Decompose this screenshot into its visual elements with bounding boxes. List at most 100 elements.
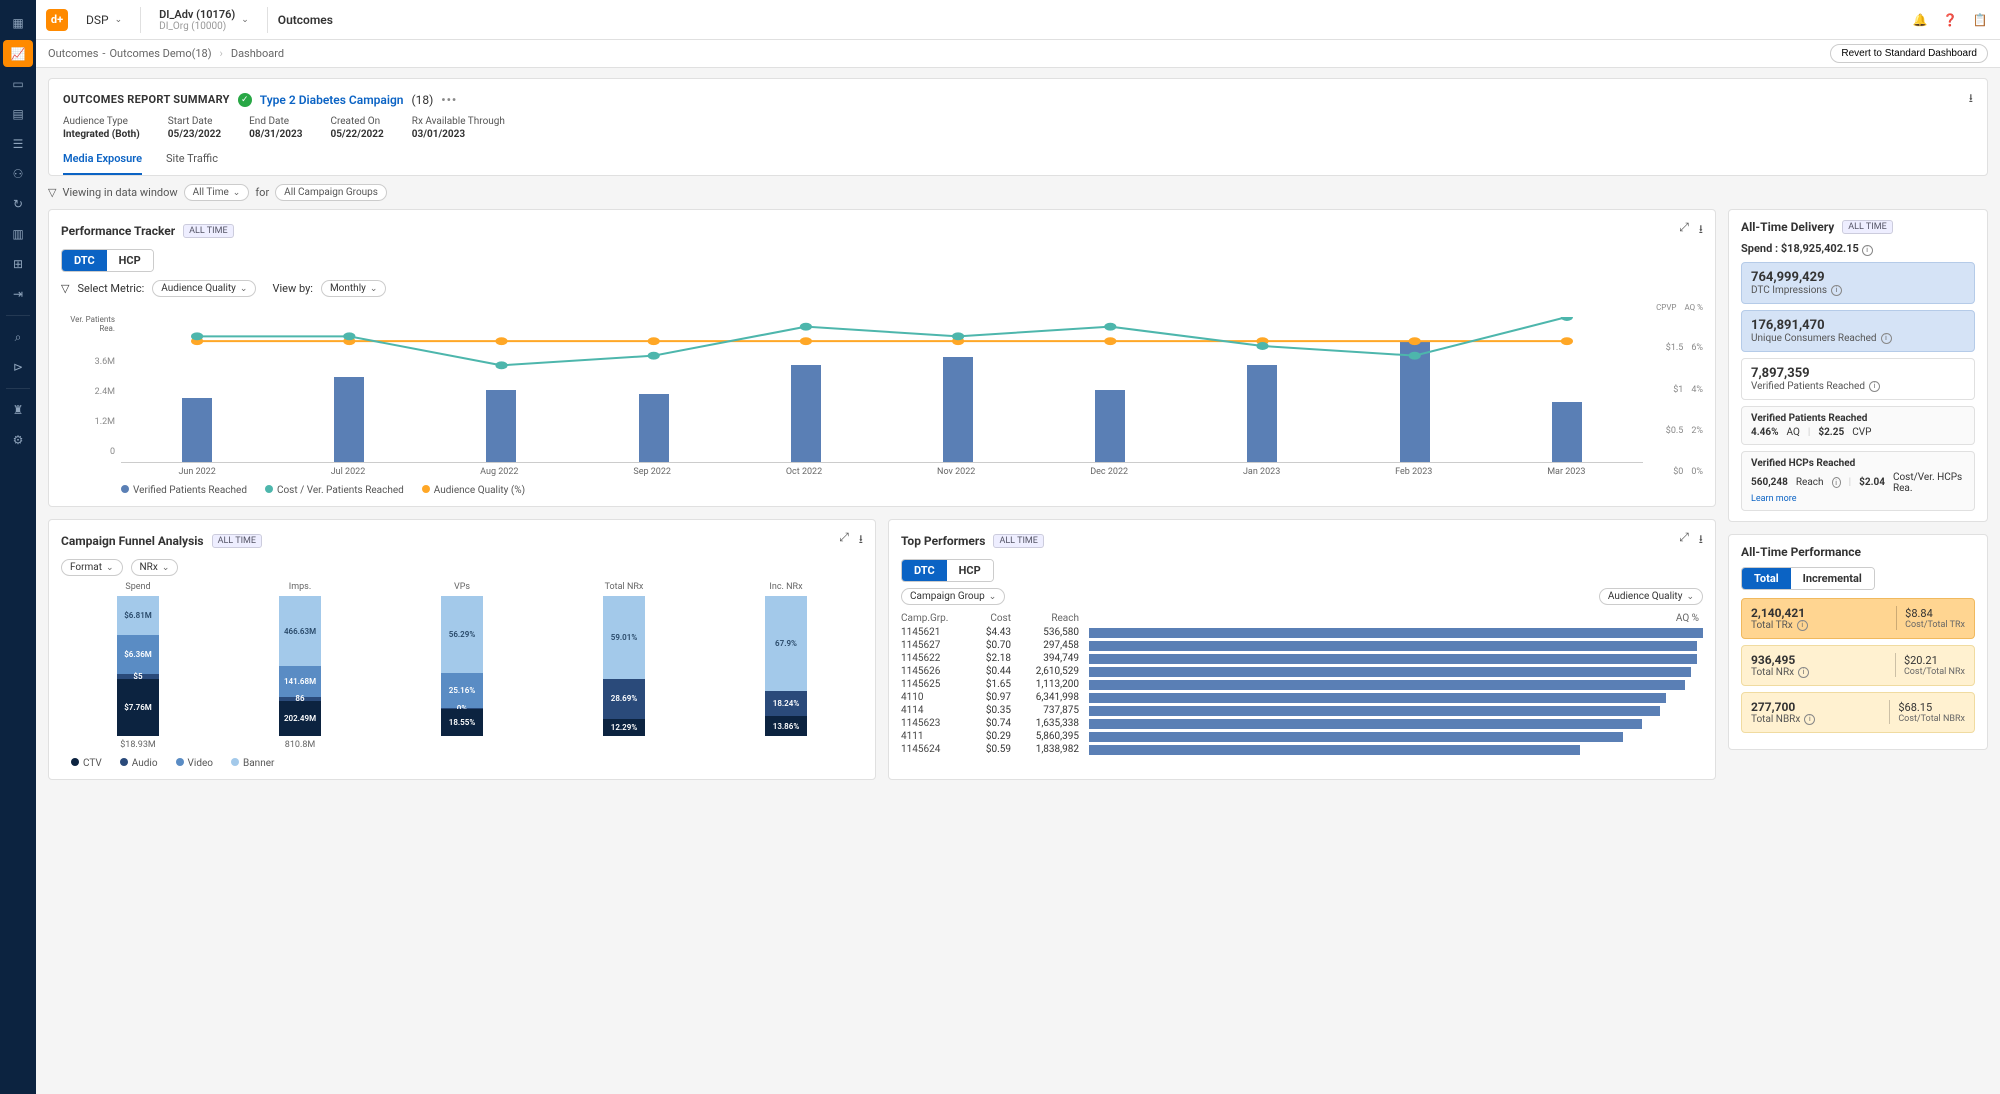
chevron-down-icon: ⌄: [241, 15, 249, 25]
more-icon[interactable]: •••: [441, 93, 457, 107]
performance-tracker-panel: Performance Tracker ALL TIME ⤢ ⭳ DTC HCP: [48, 209, 1716, 507]
top-performers-panel: Top Performers ALL TIME ⤢ ⭳ DTC HCP: [888, 519, 1716, 780]
metric-card[interactable]: 7,897,359Verified Patients Reached i: [1741, 358, 1975, 400]
group-select[interactable]: Campaign Group⌄: [901, 588, 1005, 605]
tab-media exposure[interactable]: Media Exposure: [63, 146, 142, 175]
viewby-select[interactable]: Monthly⌄: [321, 280, 386, 297]
x-label: Mar 2023: [1547, 467, 1585, 477]
calendar-icon[interactable]: 📋: [1970, 10, 1990, 30]
expand-icon[interactable]: ⤢: [1679, 220, 1689, 241]
format-select[interactable]: Format⌄: [61, 559, 123, 576]
revert-button[interactable]: Revert to Standard Dashboard: [1830, 44, 1988, 63]
info-icon[interactable]: i: [1832, 477, 1841, 488]
metric-select[interactable]: Audience Quality⌄: [152, 280, 256, 297]
help-icon[interactable]: ❓: [1940, 10, 1960, 30]
perf-card[interactable]: 2,140,421Total TRx i$8.84Cost/Total TRx: [1741, 598, 1975, 639]
table-row: 4114$0.35737,875: [901, 704, 1703, 717]
nav-icon-refresh[interactable]: ↻: [0, 189, 36, 219]
x-label: Sep 2022: [633, 467, 671, 477]
toggle-dtc[interactable]: DTC: [62, 250, 107, 271]
summary-field: Created On05/22/2022: [330, 116, 383, 140]
advertiser-selector[interactable]: DI_Adv (10176) DI_Org (10000) ⌄: [151, 8, 257, 32]
crumb-2[interactable]: Outcomes Demo(18): [109, 47, 211, 60]
perf-card[interactable]: 277,700Total NBRx i$68.15Cost/Total NBRx: [1741, 692, 1975, 733]
side-nav: ▦ 📈 ▭ ▤ ☰ ⚇ ↻ ▥ ⊞ ⇥ ⌕ ⊳ ♜ ⚙: [0, 0, 36, 1094]
panel-title: Top Performers: [901, 534, 985, 548]
bell-icon[interactable]: 🔔: [1910, 10, 1930, 30]
account-selector[interactable]: DSP ⌄: [78, 13, 130, 27]
panel-title: Performance Tracker: [61, 224, 175, 238]
filter-label: Viewing in data window: [62, 186, 177, 199]
table-row: 1145622$2.18394,749: [901, 652, 1703, 665]
nav-icon-doc[interactable]: ☰: [0, 129, 36, 159]
x-label: Jul 2022: [331, 467, 366, 477]
expand-icon[interactable]: ⤢: [839, 530, 849, 551]
expand-icon[interactable]: ⤢: [1679, 530, 1689, 551]
nav-icon-settings[interactable]: ⚙: [0, 425, 36, 455]
learn-more-link[interactable]: Learn more: [1751, 494, 1965, 504]
info-icon[interactable]: i: [1798, 667, 1809, 678]
check-icon: ✓: [238, 93, 252, 107]
table-row: 1145623$0.741,635,338: [901, 717, 1703, 730]
toggle-hcp[interactable]: HCP: [107, 250, 153, 271]
toggle-total[interactable]: Total: [1742, 568, 1791, 589]
funnel-column: Imps.202.49M86141.68M466.63M810.8M: [223, 582, 377, 750]
info-icon[interactable]: i: [1869, 381, 1880, 392]
toggle-incremental[interactable]: Incremental: [1791, 568, 1874, 589]
toggle-hcp[interactable]: HCP: [947, 560, 993, 581]
table-row: 4111$0.295,860,395: [901, 730, 1703, 743]
info-icon[interactable]: i: [1862, 245, 1873, 256]
vhr-box: Verified HCPs Reached 560,248 Reach i|$2…: [1741, 451, 1975, 511]
info-icon[interactable]: i: [1804, 714, 1815, 725]
nav-icon-analytics[interactable]: 📈: [3, 40, 33, 67]
table-row: 1145626$0.442,610,529: [901, 665, 1703, 678]
info-icon[interactable]: i: [1797, 620, 1808, 631]
funnel-column: Spend$7.76M$5$6.36M$6.81M$18.93M: [61, 582, 215, 750]
perf-card[interactable]: 936,495Total NRx i$20.21Cost/Total NRx: [1741, 645, 1975, 686]
breadcrumb: Outcomes - Outcomes Demo(18) › Dashboard…: [36, 40, 2000, 68]
nav-icon-grid[interactable]: ▤: [0, 99, 36, 129]
download-icon[interactable]: ⭳: [1699, 220, 1703, 241]
toggle-dtc[interactable]: DTC: [902, 560, 947, 581]
nav-icon-dashboard[interactable]: ▦: [0, 8, 36, 38]
nav-icon-export[interactable]: ⇥: [0, 279, 36, 309]
nav-icon-network[interactable]: ⊞: [0, 249, 36, 279]
crumb-1[interactable]: Outcomes: [48, 47, 98, 60]
x-label: Nov 2022: [937, 467, 975, 477]
nav-icon-people[interactable]: ⚇: [0, 159, 36, 189]
metric-card[interactable]: 764,999,429DTC Impressions i: [1741, 262, 1975, 304]
filter-icon[interactable]: ▽: [61, 282, 69, 295]
campaign-groups-select[interactable]: All Campaign Groups: [275, 184, 387, 201]
download-icon[interactable]: ⭳: [1969, 89, 1973, 110]
filter-bar: ▽ Viewing in data window All Time⌄ for A…: [48, 184, 1988, 201]
funnel-column: VPs18.55%0%25.16%56.29%: [385, 582, 539, 750]
time-badge: ALL TIME: [183, 224, 233, 238]
info-icon[interactable]: i: [1881, 333, 1892, 344]
nav-icon-search[interactable]: ⌕: [0, 322, 36, 352]
x-label: Dec 2022: [1090, 467, 1128, 477]
metric-select[interactable]: Audience Quality⌄: [1599, 588, 1703, 605]
nrx-select[interactable]: NRx⌄: [131, 559, 179, 576]
summary-field: End Date08/31/2023: [249, 116, 302, 140]
vpr-box: Verified Patients Reached 4.46% AQ|$2.25…: [1741, 406, 1975, 445]
metric-card[interactable]: 176,891,470Unique Consumers Reached i: [1741, 310, 1975, 352]
filter-icon[interactable]: ▽: [48, 186, 56, 199]
table-row: 1145627$0.70297,458: [901, 639, 1703, 652]
download-icon[interactable]: ⭳: [1699, 530, 1703, 551]
funnel-chart: Spend$7.76M$5$6.36M$6.81M$18.93MImps.202…: [61, 582, 863, 750]
info-icon[interactable]: i: [1831, 285, 1842, 296]
nav-icon-clipboard[interactable]: ▥: [0, 219, 36, 249]
adv-line2: DI_Org (10000): [159, 21, 235, 32]
time-window-select[interactable]: All Time⌄: [184, 184, 250, 201]
funnel-panel: Campaign Funnel Analysis ALL TIME ⤢ ⭳ Fo…: [48, 519, 876, 780]
nav-icon-tree[interactable]: ♜: [0, 395, 36, 425]
campaign-name[interactable]: Type 2 Diabetes Campaign: [260, 93, 404, 107]
download-icon[interactable]: ⭳: [859, 530, 863, 551]
performance-chart: [121, 303, 1643, 463]
tab-site traffic[interactable]: Site Traffic: [166, 146, 218, 175]
adv-line1: DI_Adv (10176): [159, 8, 235, 21]
nav-icon-screen[interactable]: ▭: [0, 69, 36, 99]
campaign-id: (18): [411, 93, 433, 107]
x-label: Aug 2022: [480, 467, 518, 477]
nav-icon-tag[interactable]: ⊳: [0, 352, 36, 382]
